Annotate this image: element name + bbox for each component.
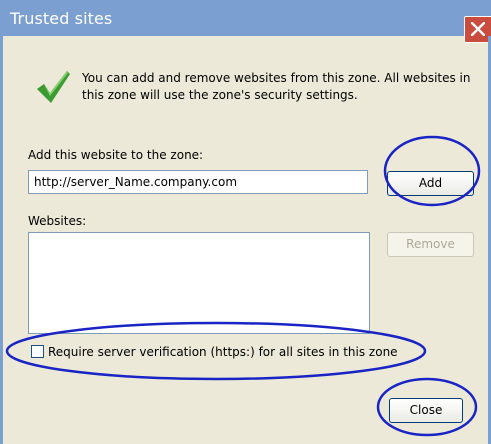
trusted-sites-dialog: Trusted sites You can add and remove web… <box>0 0 491 444</box>
add-button[interactable]: Add <box>387 171 474 196</box>
websites-label: Websites: <box>28 214 87 228</box>
window-title: Trusted sites <box>10 9 113 28</box>
close-x-glyph <box>471 22 485 36</box>
close-x-icon[interactable] <box>464 16 491 43</box>
websites-list[interactable] <box>28 232 370 334</box>
title-bar: Trusted sites <box>0 0 491 43</box>
require-https-checkbox[interactable] <box>31 345 44 358</box>
green-checkmark-icon <box>37 71 70 103</box>
intro-text: You can add and remove websites from thi… <box>82 71 471 102</box>
window-border-left <box>0 36 3 444</box>
remove-button[interactable]: Remove <box>387 232 474 257</box>
add-site-label: Add this website to the zone: <box>28 148 204 162</box>
close-button[interactable]: Close <box>389 398 463 423</box>
website-url-input[interactable] <box>28 170 368 194</box>
require-https-label: Require server verification (https:) for… <box>48 345 398 359</box>
